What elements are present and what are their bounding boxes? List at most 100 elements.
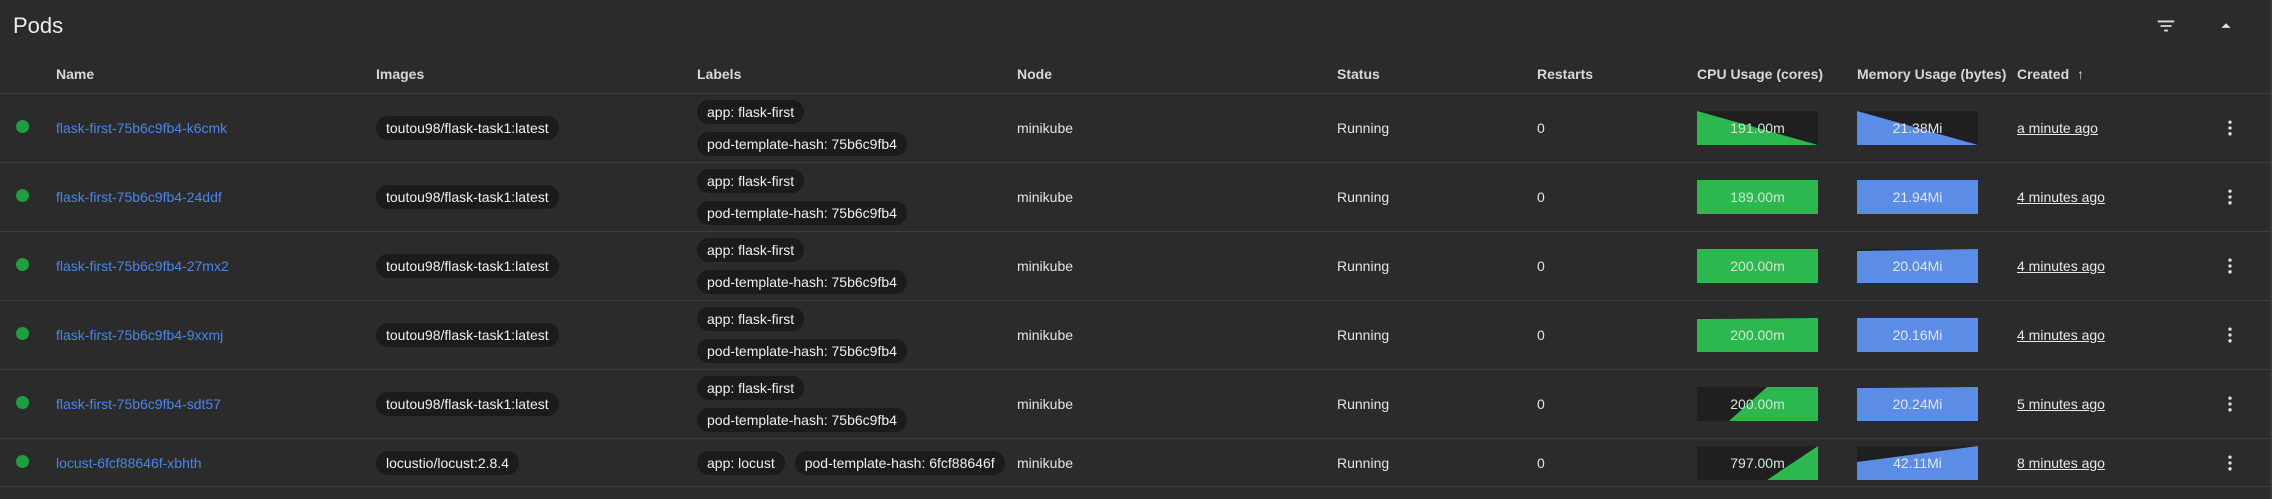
collapse-button[interactable] [2212, 12, 2240, 40]
memory-usage-value: 20.16Mi [1892, 327, 1943, 343]
status-cell: Running [1337, 162, 1537, 232]
column-header-labels: Labels [697, 54, 1017, 94]
column-header-cpu[interactable]: CPU Usage (cores) [1697, 54, 1857, 94]
memory-usage-sparkline: 20.24Mi [1857, 387, 1978, 421]
column-header-node[interactable]: Node [1017, 54, 1337, 94]
row-menu-button[interactable] [2220, 448, 2240, 478]
column-header-created[interactable]: Created ↑ [2017, 54, 2220, 94]
image-chip: toutou98/flask-task1:latest [376, 323, 559, 347]
cpu-usage-sparkline: 200.00m [1697, 318, 1818, 352]
pod-name-link[interactable]: flask-first-75b6c9fb4-27mx2 [56, 258, 229, 274]
image-chip: locustio/locust:2.8.4 [376, 450, 519, 475]
row-menu-button[interactable] [2220, 320, 2240, 350]
created-time[interactable]: 4 minutes ago [2017, 327, 2105, 343]
table-header-row: Name Images Labels Node Status Restarts … [0, 54, 2270, 94]
column-header-created-label: Created [2017, 65, 2070, 82]
memory-usage-value: 21.94Mi [1892, 189, 1943, 205]
cpu-usage-sparkline: 797.00m [1697, 445, 1818, 480]
more-vert-icon [2228, 258, 2232, 274]
filter-list-icon [2157, 20, 2175, 32]
more-vert-icon [2228, 396, 2232, 412]
status-running-icon [16, 189, 29, 202]
created-time[interactable]: 4 minutes ago [2017, 189, 2105, 205]
labels-list: app: flask-first pod-template-hash: 75b6c… [697, 238, 1017, 294]
label-chip: app: flask-first [697, 169, 805, 193]
image-chip: toutou98/flask-task1:latest [376, 392, 559, 416]
column-header-memory[interactable]: Memory Usage (bytes) [1857, 54, 2017, 94]
labels-list: app: flask-first pod-template-hash: 75b6c… [697, 169, 1017, 225]
table-row[interactable]: flask-first-75b6c9fb4-k6cmk toutou98/fla… [0, 93, 2270, 163]
node-cell: minikube [1017, 93, 1337, 163]
row-menu-button[interactable] [2220, 182, 2240, 212]
cpu-usage-sparkline: 200.00m [1697, 249, 1818, 283]
table-row[interactable]: flask-first-75b6c9fb4-24ddf toutou98/fla… [0, 162, 2270, 232]
labels-list: app: flask-first pod-template-hash: 75b6c… [697, 376, 1017, 432]
page-title: Pods [13, 13, 64, 38]
table-row[interactable]: flask-first-75b6c9fb4-9xxmj toutou98/fla… [0, 300, 2270, 370]
memory-usage-sparkline: 42.11Mi [1857, 445, 1978, 480]
cpu-usage-value: 200.00m [1730, 258, 1785, 274]
pod-name-link[interactable]: flask-first-75b6c9fb4-k6cmk [56, 120, 227, 136]
pod-name-link[interactable]: flask-first-75b6c9fb4-sdt57 [56, 396, 221, 412]
more-vert-icon [2228, 120, 2232, 136]
memory-usage-value: 20.04Mi [1892, 258, 1943, 274]
cpu-usage-sparkline: 191.00m [1697, 111, 1818, 145]
labels-list: app: flask-first pod-template-hash: 75b6c… [697, 100, 1017, 156]
more-vert-icon [2228, 327, 2232, 343]
cpu-usage-value: 200.00m [1730, 327, 1785, 343]
node-cell: minikube [1017, 369, 1337, 439]
cpu-usage-value: 200.00m [1730, 396, 1785, 412]
memory-usage-sparkline: 21.38Mi [1857, 111, 1978, 145]
cpu-usage-sparkline: 200.00m [1697, 387, 1818, 421]
pod-name-link[interactable]: flask-first-75b6c9fb4-24ddf [56, 189, 222, 205]
restarts-cell: 0 [1537, 300, 1697, 370]
status-cell: Running [1337, 231, 1537, 301]
card-header: Pods [0, 0, 2270, 52]
label-chip: app: flask-first [697, 100, 805, 124]
labels-list: app: flask-first pod-template-hash: 75b6c… [697, 307, 1017, 363]
memory-usage-sparkline: 20.16Mi [1857, 318, 1978, 352]
image-chip: toutou98/flask-task1:latest [376, 116, 559, 140]
label-chip: pod-template-hash: 75b6c9fb4 [697, 132, 907, 156]
status-running-icon [16, 327, 29, 340]
pod-name-link[interactable]: flask-first-75b6c9fb4-9xxmj [56, 327, 223, 343]
row-menu-button[interactable] [2220, 389, 2240, 419]
table-row[interactable]: locust-6fcf88646f-xbhth locustio/locust:… [0, 438, 2270, 487]
status-cell: Running [1337, 93, 1537, 163]
cpu-usage-sparkline: 189.00m [1697, 180, 1818, 214]
label-chip: pod-template-hash: 6fcf88646f [794, 450, 1005, 475]
table-row[interactable]: flask-first-75b6c9fb4-27mx2 toutou98/fla… [0, 231, 2270, 301]
column-header-images: Images [376, 54, 697, 94]
status-running-icon [16, 454, 29, 468]
more-vert-icon [2228, 189, 2232, 205]
label-chip: pod-template-hash: 75b6c9fb4 [697, 270, 907, 294]
cpu-usage-value: 191.00m [1730, 120, 1785, 136]
label-chip: pod-template-hash: 75b6c9fb4 [697, 339, 907, 363]
image-chip: toutou98/flask-task1:latest [376, 185, 559, 209]
filter-button[interactable] [2152, 12, 2180, 40]
status-running-icon [16, 258, 29, 271]
created-time[interactable]: 8 minutes ago [2017, 455, 2105, 471]
more-vert-icon [2228, 455, 2232, 470]
image-chip: toutou98/flask-task1:latest [376, 254, 559, 278]
label-chip: pod-template-hash: 75b6c9fb4 [697, 408, 907, 432]
column-header-name[interactable]: Name [56, 54, 376, 94]
memory-usage-value: 21.38Mi [1892, 120, 1943, 136]
node-cell: minikube [1017, 300, 1337, 370]
row-menu-button[interactable] [2220, 113, 2240, 143]
arrow-drop-up-icon [2221, 23, 2231, 28]
created-time[interactable]: a minute ago [2017, 120, 2098, 136]
restarts-cell: 0 [1537, 162, 1697, 232]
column-header-restarts[interactable]: Restarts [1537, 54, 1697, 94]
labels-list: app: locust pod-template-hash: 6fcf88646f [697, 450, 1017, 475]
created-time[interactable]: 4 minutes ago [2017, 258, 2105, 274]
restarts-cell: 0 [1537, 369, 1697, 439]
pod-name-link[interactable]: locust-6fcf88646f-xbhth [56, 455, 202, 471]
memory-usage-value: 20.24Mi [1892, 396, 1943, 412]
created-time[interactable]: 5 minutes ago [2017, 396, 2105, 412]
memory-usage-sparkline: 20.04Mi [1857, 249, 1978, 283]
row-menu-button[interactable] [2220, 251, 2240, 281]
restarts-cell: 0 [1537, 438, 1697, 487]
table-row[interactable]: flask-first-75b6c9fb4-sdt57 toutou98/fla… [0, 369, 2270, 439]
column-header-status[interactable]: Status [1337, 54, 1537, 94]
